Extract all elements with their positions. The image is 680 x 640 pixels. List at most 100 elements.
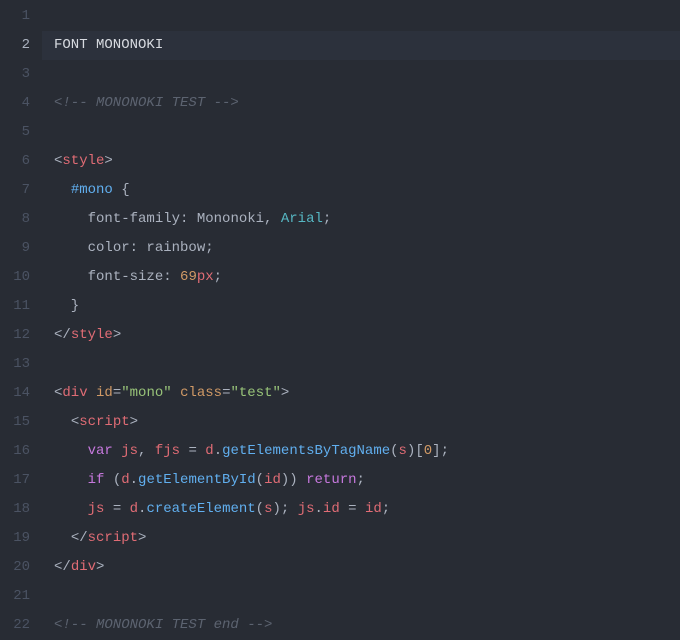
line-number: 8 [0,205,30,234]
line-number: 12 [0,321,30,350]
line-number-gutter: 12345678910111213141516171819202122 [0,0,42,637]
token: id [323,501,340,517]
code-line[interactable] [54,60,680,89]
line-number: 14 [0,379,30,408]
line-number: 15 [0,408,30,437]
token: Arial [281,211,323,227]
token: > [281,385,289,401]
token: class [180,385,222,401]
token: : [163,269,180,285]
token: ( [390,443,398,459]
line-number: 7 [0,176,30,205]
token: <!-- MONONOKI TEST end --> [54,617,272,633]
token [54,211,88,227]
token [54,443,88,459]
code-line[interactable]: <style> [54,147,680,176]
token: ; [214,269,222,285]
code-line[interactable]: font-family: Mononoki, Arial; [54,205,680,234]
code-line[interactable]: #mono { [54,176,680,205]
code-line[interactable]: font-size: 69px; [54,263,680,292]
code-line[interactable]: <div id="mono" class="test"> [54,379,680,408]
code-line[interactable]: js = d.createElement(s); js.id = id; [54,495,680,524]
token: > [113,327,121,343]
token: < [71,414,79,430]
line-number: 1 [0,2,30,31]
token: id [264,472,281,488]
token: : rainbow; [130,240,214,256]
line-number: 10 [0,263,30,292]
token: id [365,501,382,517]
token: = [104,501,129,517]
line-number: 16 [0,437,30,466]
code-line[interactable]: var js, fjs = d.getElementsByTagName(s)[… [54,437,680,466]
line-number: 17 [0,466,30,495]
token: : Mononoki, [180,211,281,227]
token: #mono [71,182,113,198]
token: 0 [424,443,432,459]
line-number: 3 [0,60,30,89]
token: px [197,269,214,285]
token: > [96,559,104,575]
code-line[interactable]: </script> [54,524,680,553]
token: = [180,443,205,459]
code-line[interactable]: } [54,292,680,321]
line-number: 9 [0,234,30,263]
token: ( [256,472,264,488]
code-line[interactable] [54,582,680,611]
token [54,414,71,430]
token: "mono" [121,385,171,401]
code-line[interactable] [54,2,680,31]
token [54,501,88,517]
token [54,182,71,198]
line-number: 19 [0,524,30,553]
code-line[interactable]: </div> [54,553,680,582]
token: js [298,501,315,517]
token: </ [54,327,71,343]
token: ( [104,472,121,488]
token: <!-- MONONOKI TEST --> [54,95,239,111]
token: style [62,153,104,169]
code-line[interactable]: <!-- MONONOKI TEST end --> [54,611,680,640]
token: ; [357,472,365,488]
token: )[ [407,443,424,459]
token [88,385,96,401]
token: d [205,443,213,459]
code-editor[interactable]: 12345678910111213141516171819202122 FONT… [0,0,680,637]
code-area[interactable]: FONT MONONOKI <!-- MONONOKI TEST --> <st… [42,0,680,637]
token: . [214,443,222,459]
token: </ [71,530,88,546]
token: d [121,472,129,488]
token [54,240,88,256]
token: color [88,240,130,256]
code-line[interactable]: <script> [54,408,680,437]
code-line[interactable]: <!-- MONONOKI TEST --> [54,89,680,118]
line-number: 2 [0,31,30,60]
token: font-family [88,211,180,227]
token: . [130,472,138,488]
token: div [71,559,96,575]
token [54,472,88,488]
code-line[interactable]: FONT MONONOKI [42,31,680,60]
token: = [222,385,230,401]
token: font-size [88,269,164,285]
token: var [88,443,113,459]
token: getElementById [138,472,256,488]
token: div [62,385,87,401]
code-line[interactable]: if (d.getElementById(id)) return; [54,466,680,495]
token [54,269,88,285]
token: createElement [146,501,255,517]
token: ; [323,211,331,227]
token: getElementsByTagName [222,443,390,459]
token: ]; [432,443,449,459]
code-line[interactable]: color: rainbow; [54,234,680,263]
token [113,443,121,459]
line-number: 6 [0,147,30,176]
code-line[interactable]: </style> [54,321,680,350]
token: = [340,501,365,517]
token: if [88,472,105,488]
code-line[interactable] [54,350,680,379]
token: fjs [155,443,180,459]
code-line[interactable] [54,118,680,147]
token: { [113,182,130,198]
token: d [130,501,138,517]
